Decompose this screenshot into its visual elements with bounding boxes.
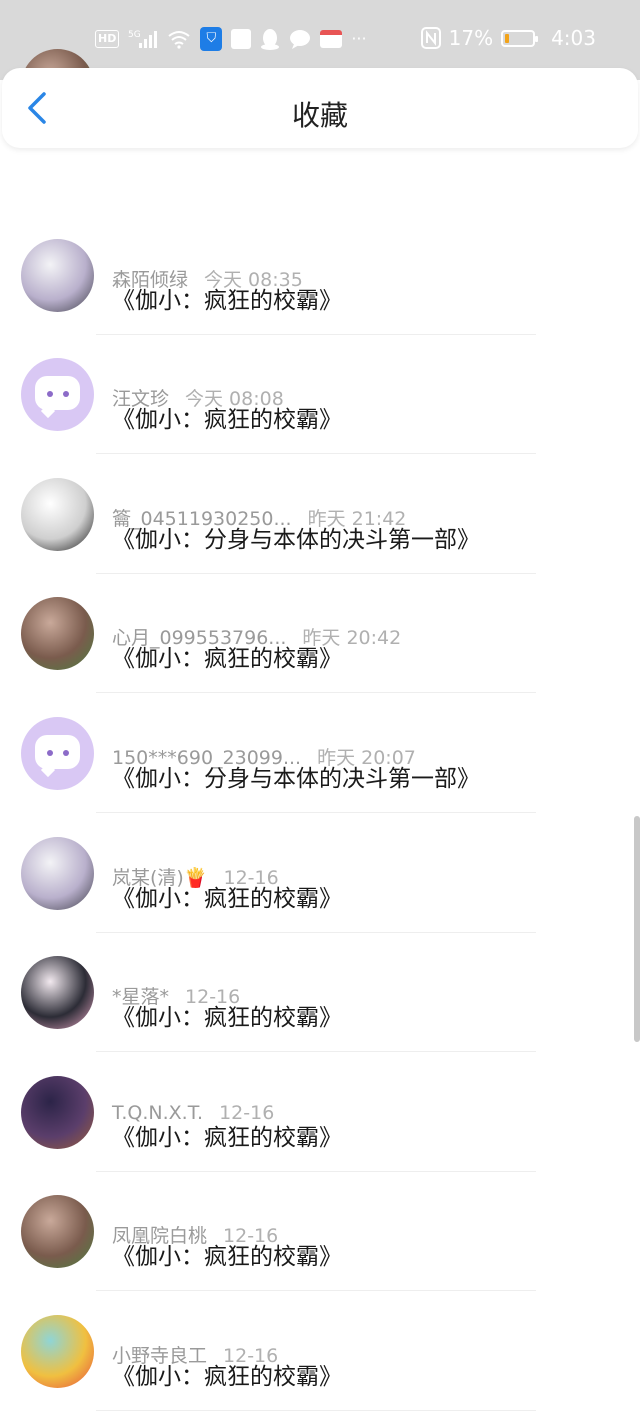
page-title: 收藏 [291, 99, 348, 132]
default-chat-avatar[interactable] [21, 358, 94, 432]
anime-avatar[interactable] [21, 836, 94, 910]
favorite-content[interactable]: 《伽小：分身与本体的决斗第一部》 [112, 520, 480, 554]
anime-avatar[interactable] [21, 238, 94, 312]
list-item[interactable]: 150***690_23099... 昨天 20:07 《伽小：分身与本体的决斗第一… [0, 693, 640, 813]
divider [96, 1410, 536, 1411]
default-chat-avatar[interactable] [21, 717, 94, 790]
chat-bubble-icon [35, 376, 80, 411]
photo-avatar[interactable] [21, 597, 94, 671]
kuromi-avatar[interactable] [21, 956, 94, 1030]
favorite-content[interactable]: 《伽小：疯狂的校霸》 [112, 281, 342, 315]
favorite-content[interactable]: 《伽小：疯狂的校霸》 [112, 998, 342, 1032]
list-item[interactable]: 森陌倾绿 今天 08:35 《伽小：疯狂的校霸》 [0, 215, 640, 335]
list-item[interactable]: 岚某(清)🍟 12-16 《伽小：疯狂的校霸》 [0, 813, 640, 933]
scrollbar[interactable] [634, 816, 640, 1042]
favorite-content[interactable]: 《伽小：疯狂的校霸》 [112, 639, 342, 673]
dark-anime-avatar[interactable] [21, 1075, 94, 1149]
favorite-content[interactable]: 《伽小：分身与本体的决斗第一部》 [112, 759, 480, 793]
avatar-eye [47, 750, 53, 756]
cartoon-avatar[interactable] [21, 1315, 94, 1388]
list-item[interactable]: T.Q.N.X.T. 12-16 《伽小：疯狂的校霸》 [0, 1052, 640, 1172]
avatar-eye [63, 750, 69, 756]
list-item[interactable]: 凤凰院白桃 12-16 《伽小：疯狂的校霸》 [0, 1171, 640, 1292]
navigation-header: 收藏 [2, 68, 638, 148]
list-item[interactable]: *星落* 12-16 《伽小：疯狂的校霸》 [0, 932, 640, 1053]
list-item[interactable]: 心月_099553796... 昨天 20:42 《伽小：疯狂的校霸》 [0, 573, 640, 694]
favorite-content[interactable]: 《伽小：疯狂的校霸》 [112, 1118, 342, 1152]
list-item[interactable]: 籥_04511930250... 昨天 21:42 《伽小：分身与本体的决斗第一部》 [0, 454, 640, 574]
favorite-content[interactable]: 《伽小：疯狂的校霸》 [112, 879, 342, 913]
list-item[interactable]: 汪文珍 今天 08:08 《伽小：疯狂的校霸》 [0, 334, 640, 455]
favorite-content[interactable]: 《伽小：疯狂的校霸》 [112, 1357, 342, 1391]
sketch-avatar[interactable] [21, 477, 94, 551]
list-item[interactable]: 小野寺良工 12-16 《伽小：疯狂的校霸》 [0, 1291, 640, 1411]
favorite-content[interactable]: 《伽小：疯狂的校霸》 [112, 1237, 342, 1271]
chat-bubble-icon [35, 735, 80, 769]
favorite-content[interactable]: 《伽小：疯狂的校霸》 [112, 400, 342, 434]
photo-avatar[interactable] [21, 1195, 94, 1269]
